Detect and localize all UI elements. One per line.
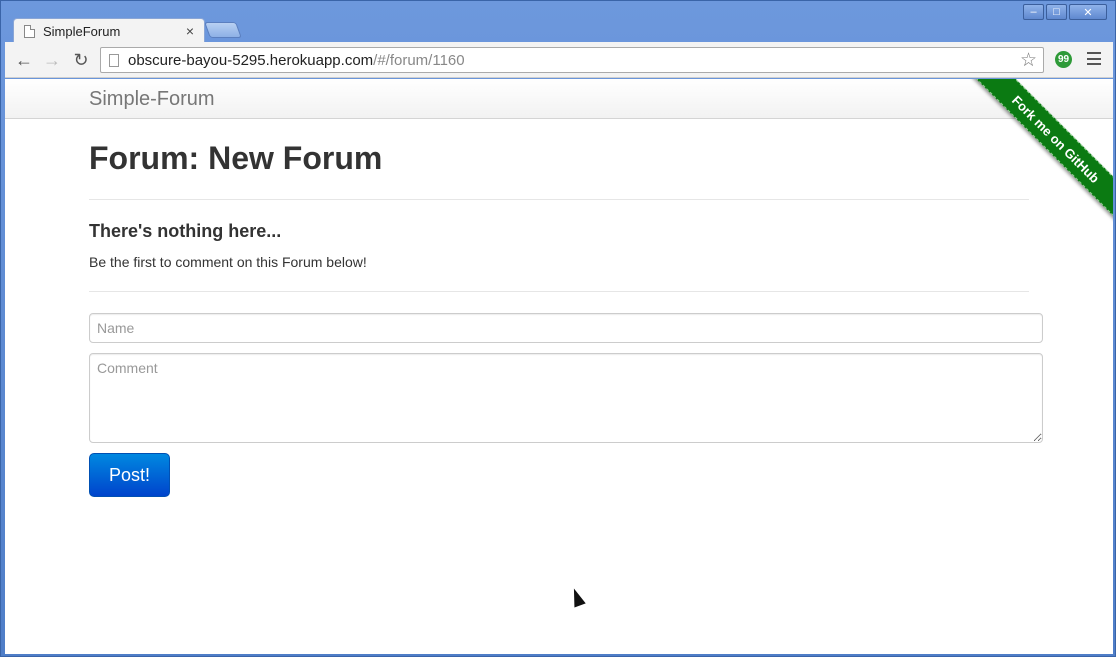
browser-toolbar: ← → ↻ obscure-bayou-5295.herokuapp.com/#… — [5, 42, 1113, 78]
minimize-button[interactable]: – — [1023, 4, 1044, 20]
tab-title: SimpleForum — [43, 23, 121, 39]
page-icon — [109, 53, 119, 67]
url-host: obscure-bayou-5295.herokuapp.com — [128, 51, 374, 69]
hangouts-extension-icon[interactable]: 99 — [1055, 51, 1072, 68]
reload-button[interactable]: ↻ — [70, 49, 92, 71]
browser-window: SimpleForum × – □ ✕ ← → ↻ obscure-bayou-… — [0, 0, 1116, 657]
navbar-brand[interactable]: Simple-Forum — [89, 88, 215, 111]
window-controls: – □ ✕ — [1023, 4, 1107, 20]
document-icon — [24, 24, 35, 38]
new-tab-button[interactable] — [204, 22, 242, 38]
forward-arrow-icon: → — [43, 49, 61, 70]
bookmark-star-icon[interactable]: ☆ — [1020, 49, 1037, 72]
comment-textarea[interactable] — [89, 353, 1043, 443]
close-window-button[interactable]: ✕ — [1069, 4, 1107, 20]
divider — [89, 199, 1029, 200]
minimize-icon: – — [1030, 6, 1037, 18]
tab-strip: SimpleForum × – □ ✕ — [1, 1, 1115, 43]
maximize-button[interactable]: □ — [1046, 4, 1067, 20]
tab-simpleforum[interactable]: SimpleForum × — [13, 18, 205, 43]
navbar: Simple-Forum — [5, 79, 1113, 119]
maximize-icon: □ — [1053, 6, 1060, 18]
github-ribbon[interactable]: Fork me on GitHub — [963, 79, 1113, 229]
address-bar[interactable]: obscure-bayou-5295.herokuapp.com/#/forum… — [100, 47, 1044, 73]
divider — [89, 291, 1029, 292]
forward-button[interactable]: → — [41, 49, 63, 71]
chrome-menu-icon[interactable] — [1087, 52, 1101, 65]
post-button[interactable]: Post! — [89, 453, 170, 497]
name-input[interactable] — [89, 313, 1043, 343]
back-arrow-icon: ← — [15, 49, 33, 70]
github-ribbon-label[interactable]: Fork me on GitHub — [971, 79, 1113, 224]
close-icon: ✕ — [1083, 6, 1093, 19]
back-button[interactable]: ← — [13, 49, 35, 71]
empty-state-heading: There's nothing here... — [89, 221, 282, 241]
page-viewport: Simple-Forum Fork me on GitHub Forum: Ne… — [5, 79, 1113, 654]
empty-state-text: Be the first to comment on this Forum be… — [89, 254, 367, 270]
reload-icon: ↻ — [73, 49, 89, 70]
url-path: /#/forum/1160 — [373, 51, 465, 69]
mouse-cursor — [568, 586, 586, 608]
page-title: Forum: New Forum — [89, 140, 383, 176]
tab-close-icon[interactable]: × — [182, 23, 198, 39]
